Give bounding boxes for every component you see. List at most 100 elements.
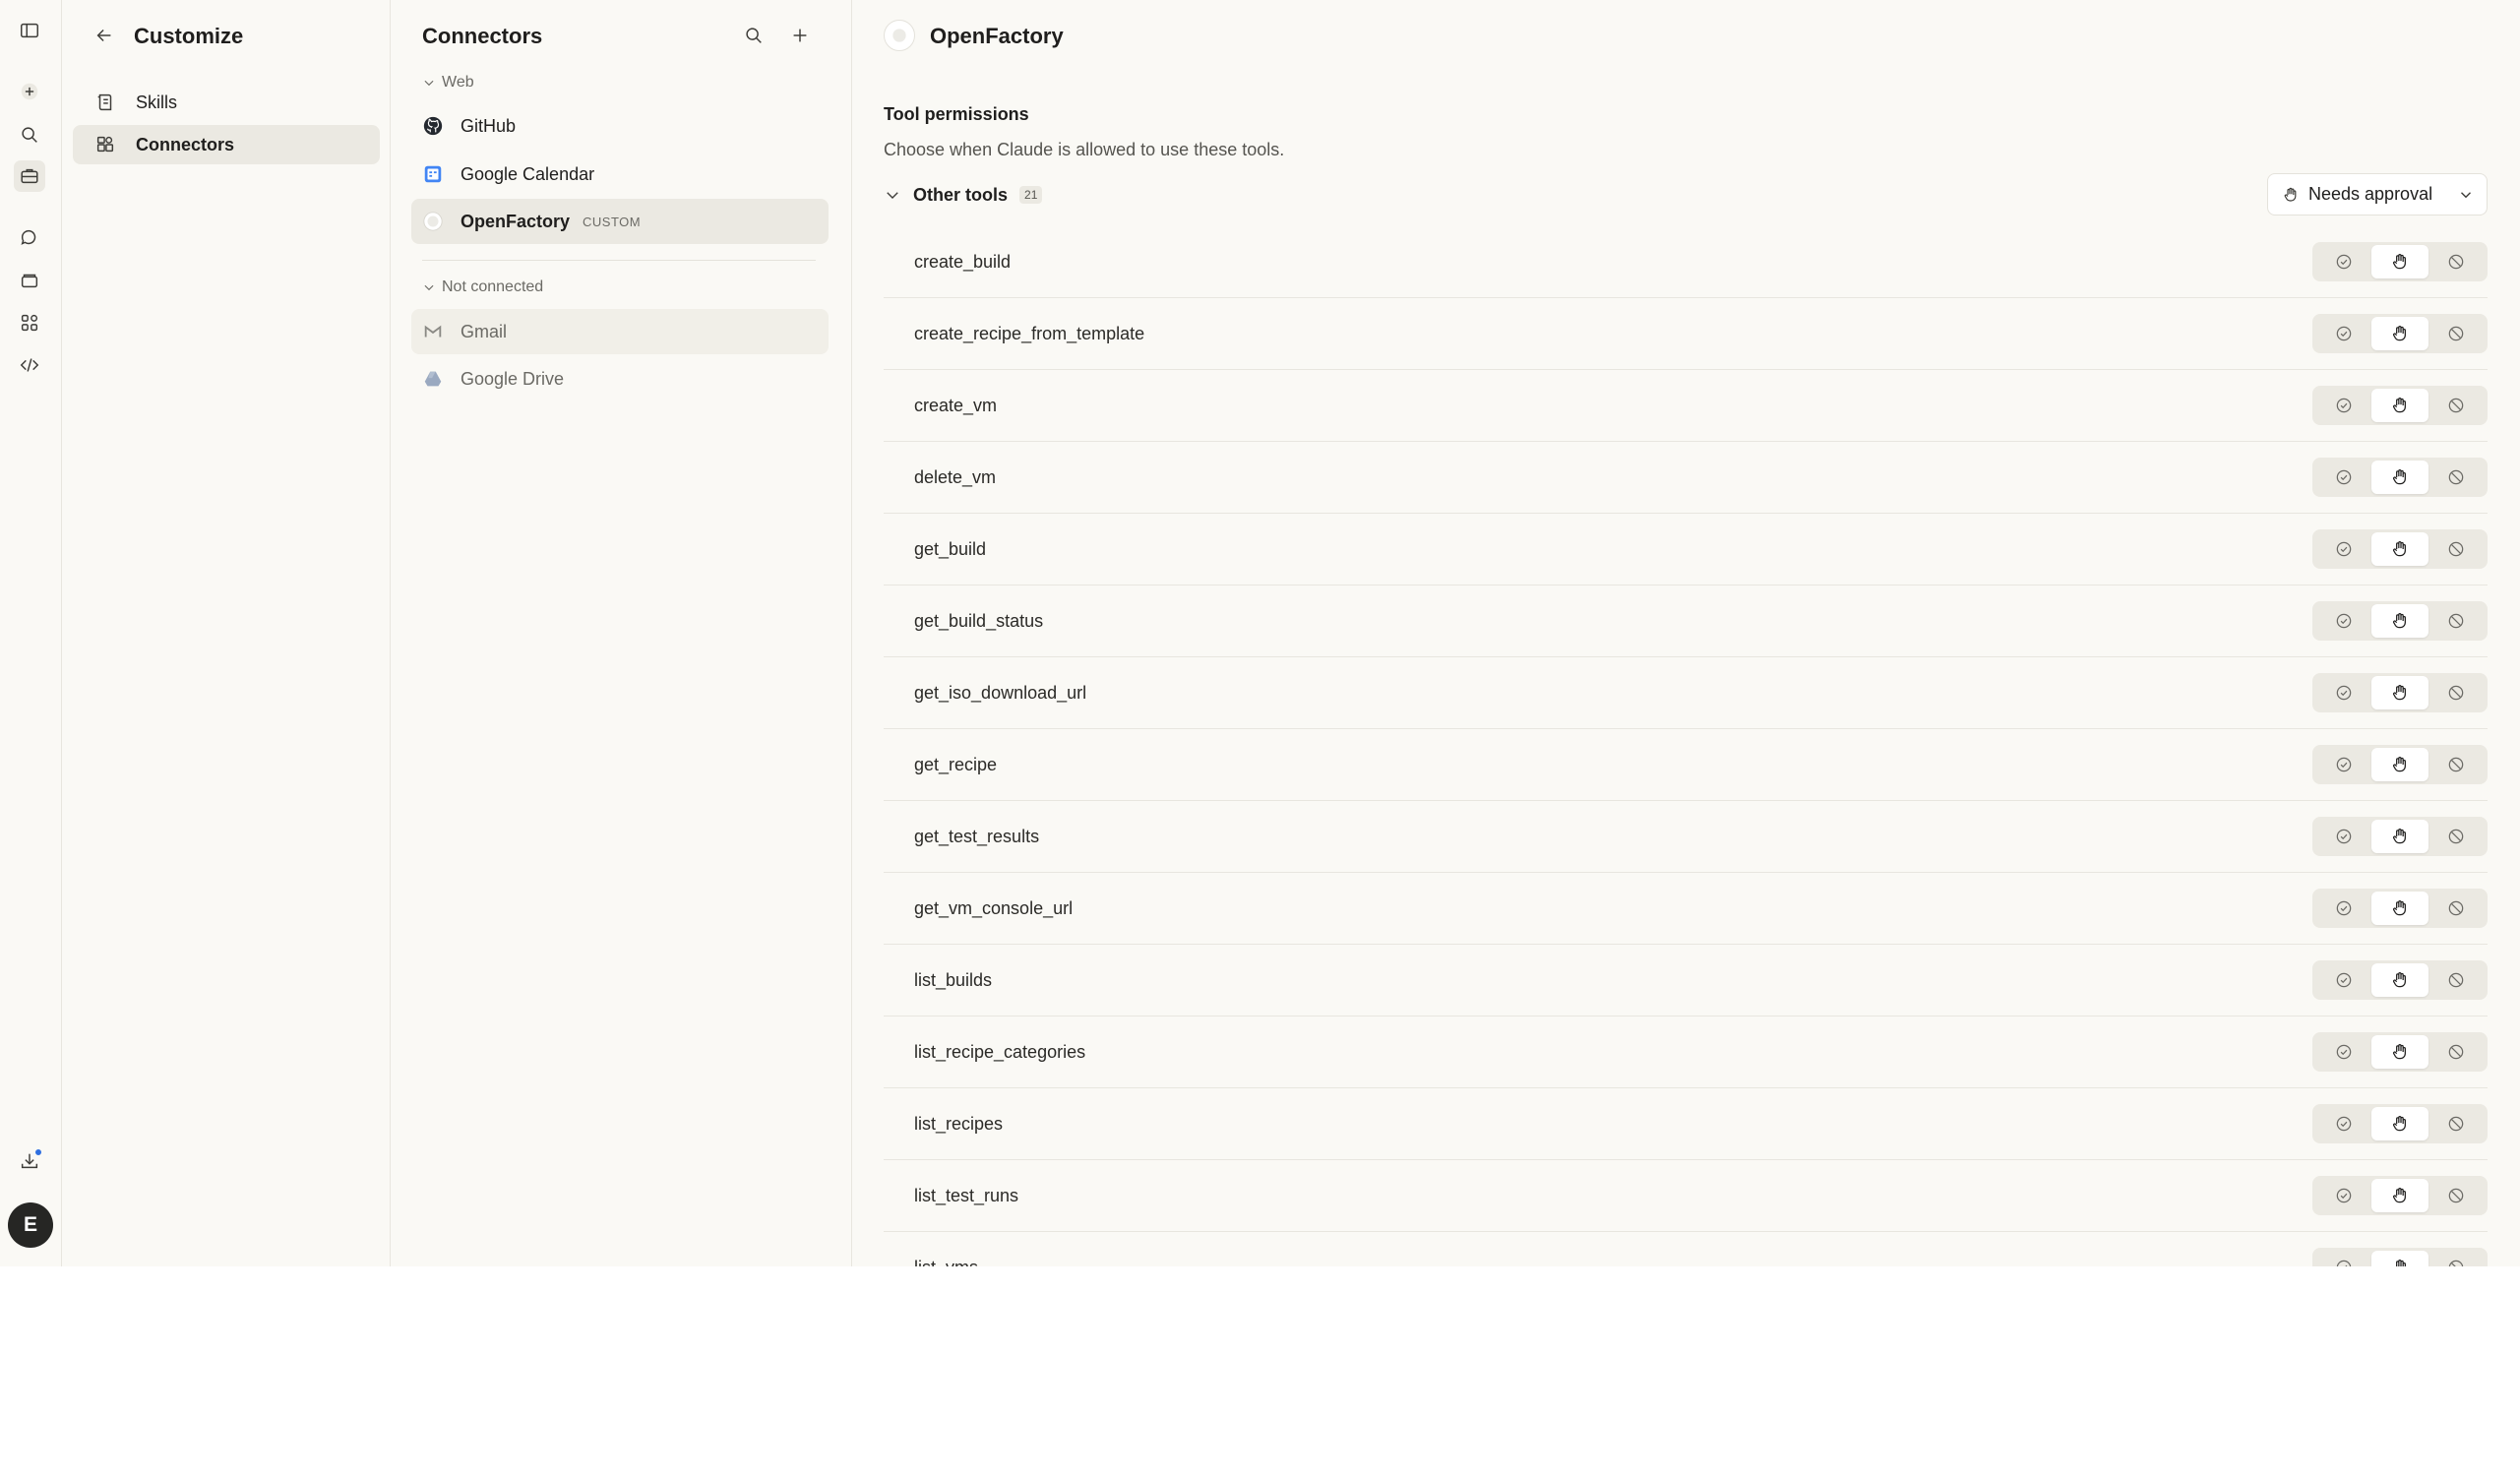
block-button[interactable]: [2428, 1107, 2485, 1140]
nav-item-connectors[interactable]: Connectors: [73, 125, 380, 164]
hand-icon: [2393, 254, 2406, 270]
artifacts-icon[interactable]: [14, 307, 45, 339]
block-button[interactable]: [2428, 461, 2485, 494]
chevron-down-icon: [2461, 191, 2471, 198]
block-button[interactable]: [2428, 1179, 2485, 1212]
chats-icon[interactable]: [14, 222, 45, 254]
connector-item-google-calendar[interactable]: Google Calendar: [411, 152, 829, 197]
needs-approval-button[interactable]: [2371, 1035, 2428, 1069]
block-button[interactable]: [2428, 676, 2485, 709]
always-allow-button[interactable]: [2315, 317, 2371, 350]
search-icon[interactable]: [14, 119, 45, 151]
app-window: E Customize Skills Connectors Connectors…: [0, 0, 2520, 1266]
block-button[interactable]: [2428, 389, 2485, 422]
projects-icon[interactable]: [14, 265, 45, 296]
section-description: Choose when Claude is allowed to use the…: [884, 140, 1285, 159]
always-allow-button[interactable]: [2315, 1179, 2371, 1212]
needs-approval-button[interactable]: [2371, 245, 2428, 278]
needs-approval-button[interactable]: [2371, 1179, 2428, 1212]
needs-approval-button[interactable]: [2371, 389, 2428, 422]
group-header-not-connected[interactable]: Not connected: [422, 277, 543, 298]
block-button[interactable]: [2428, 820, 2485, 853]
download-icon[interactable]: [14, 1145, 45, 1177]
block-button[interactable]: [2428, 1251, 2485, 1266]
hand-icon: [2393, 1116, 2406, 1132]
connector-item-gmail[interactable]: Gmail: [411, 309, 829, 354]
always-allow-button[interactable]: [2315, 245, 2371, 278]
avatar[interactable]: E: [8, 1202, 53, 1248]
needs-approval-button[interactable]: [2371, 676, 2428, 709]
permission-toggle: [2312, 960, 2488, 1000]
always-allow-button[interactable]: [2315, 604, 2371, 638]
always-allow-button[interactable]: [2315, 963, 2371, 997]
block-button[interactable]: [2428, 604, 2485, 638]
new-chat-icon[interactable]: [14, 76, 45, 107]
hand-icon: [2393, 685, 2406, 701]
needs-approval-button[interactable]: [2371, 892, 2428, 925]
block-button[interactable]: [2428, 1035, 2485, 1069]
tool-row: create_build: [884, 226, 2488, 298]
tool-row: delete_vm: [884, 442, 2488, 514]
always-allow-button[interactable]: [2315, 1251, 2371, 1266]
google-drive-icon: [421, 367, 445, 391]
always-allow-button[interactable]: [2315, 676, 2371, 709]
connector-item-github[interactable]: GitHub: [411, 103, 829, 149]
always-allow-button[interactable]: [2315, 820, 2371, 853]
permission-toggle: [2312, 1248, 2488, 1266]
tool-count-badge: 21: [1019, 186, 1043, 204]
check-circle-icon: [2336, 900, 2351, 916]
always-allow-button[interactable]: [2315, 532, 2371, 566]
block-icon: [2449, 685, 2464, 701]
needs-approval-button[interactable]: [2371, 461, 2428, 494]
block-icon: [2449, 326, 2464, 341]
block-button[interactable]: [2428, 532, 2485, 566]
block-button[interactable]: [2428, 317, 2485, 350]
nav-item-skills[interactable]: Skills: [73, 83, 380, 122]
block-button[interactable]: [2428, 892, 2485, 925]
search-connectors-icon[interactable]: [738, 20, 769, 51]
tool-row: list_recipes: [884, 1088, 2488, 1160]
icon-rail: E: [0, 0, 62, 1266]
tool-group-toggle[interactable]: Other tools 21: [884, 180, 1043, 210]
permission-toggle: [2312, 458, 2488, 497]
always-allow-button[interactable]: [2315, 1107, 2371, 1140]
tool-name: get_recipe: [914, 754, 998, 774]
approval-mode-select[interactable]: Needs approval: [2267, 173, 2488, 216]
add-connector-icon[interactable]: [784, 20, 816, 51]
needs-approval-button[interactable]: [2371, 1107, 2428, 1140]
code-icon[interactable]: [14, 349, 45, 381]
needs-approval-button[interactable]: [2371, 604, 2428, 638]
sidebar-toggle-icon[interactable]: [14, 15, 45, 46]
customize-icon[interactable]: [14, 160, 45, 192]
needs-approval-button[interactable]: [2371, 820, 2428, 853]
block-icon: [2449, 398, 2464, 413]
tool-row: get_build: [884, 514, 2488, 585]
always-allow-button[interactable]: [2315, 892, 2371, 925]
tool-name: get_build_status: [914, 610, 1044, 631]
needs-approval-button[interactable]: [2371, 532, 2428, 566]
permission-toggle: [2312, 889, 2488, 928]
connectors-title: Connectors: [422, 24, 543, 48]
block-icon: [2449, 613, 2464, 629]
back-arrow-icon[interactable]: [89, 20, 120, 51]
always-allow-button[interactable]: [2315, 1035, 2371, 1069]
needs-approval-button[interactable]: [2371, 317, 2428, 350]
check-circle-icon: [2336, 254, 2351, 270]
connector-label: Google Drive: [461, 368, 565, 389]
connector-item-openfactory[interactable]: OpenFactory CUSTOM: [411, 199, 829, 244]
always-allow-button[interactable]: [2315, 461, 2371, 494]
needs-approval-button[interactable]: [2371, 963, 2428, 997]
always-allow-button[interactable]: [2315, 389, 2371, 422]
connectors-icon: [96, 136, 114, 153]
connector-item-google-drive[interactable]: Google Drive: [411, 356, 829, 401]
permission-toggle: [2312, 817, 2488, 856]
block-button[interactable]: [2428, 748, 2485, 781]
needs-approval-button[interactable]: [2371, 1251, 2428, 1266]
group-header-web[interactable]: Web: [422, 72, 474, 93]
tool-name: create_build: [914, 251, 1012, 272]
always-allow-button[interactable]: [2315, 748, 2371, 781]
block-button[interactable]: [2428, 963, 2485, 997]
tool-row: list_recipe_categories: [884, 1016, 2488, 1088]
needs-approval-button[interactable]: [2371, 748, 2428, 781]
block-button[interactable]: [2428, 245, 2485, 278]
